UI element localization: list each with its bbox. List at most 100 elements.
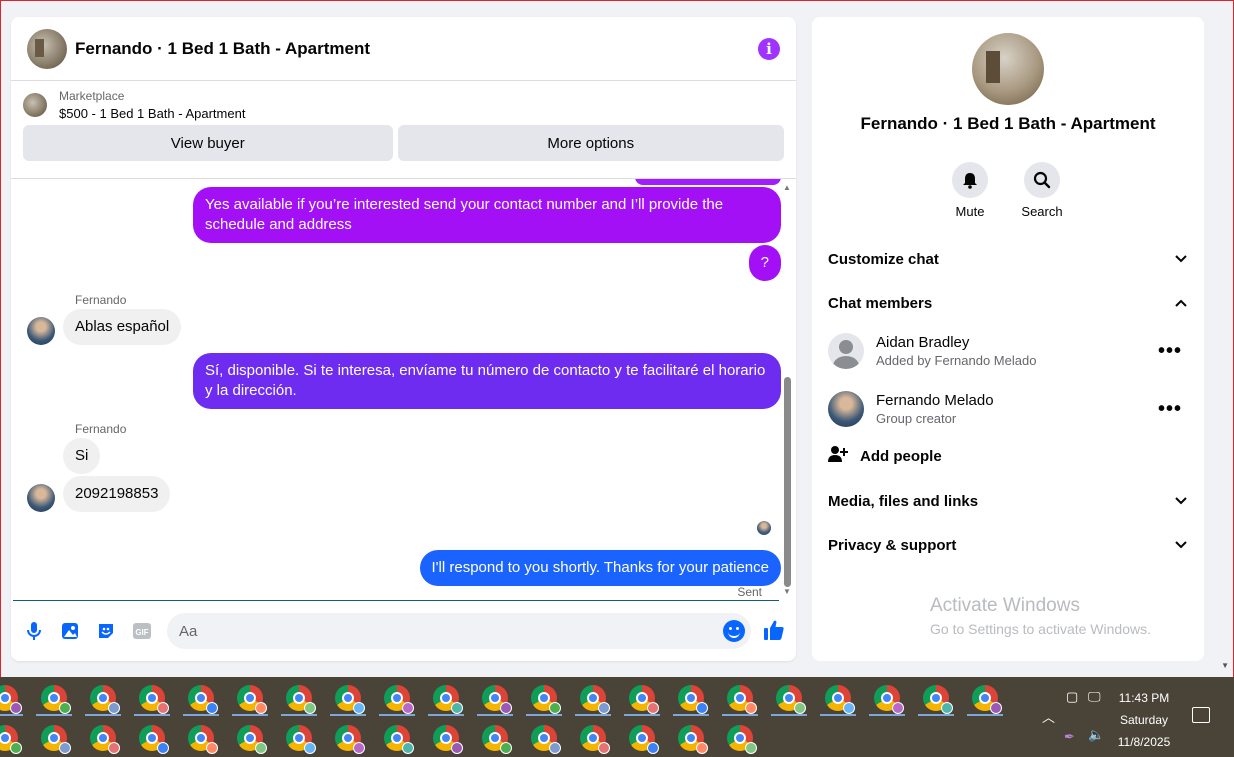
privacy-section[interactable]: Privacy & support <box>828 531 1188 559</box>
notification-icon[interactable] <box>1192 707 1210 723</box>
message-bubble[interactable]: ? <box>748 245 781 281</box>
thumbs-up-icon[interactable] <box>763 619 785 646</box>
chrome-taskbar-icon[interactable] <box>678 685 708 714</box>
customize-chat-section[interactable]: Customize chat <box>828 245 1188 273</box>
more-icon[interactable]: ••• <box>1158 398 1182 421</box>
sender-avatar[interactable] <box>27 317 55 345</box>
chrome-taskbar-icon[interactable] <box>384 725 414 754</box>
camera-icon[interactable]: ▢ <box>1066 689 1078 705</box>
chrome-taskbar-icon[interactable] <box>482 725 512 754</box>
conversation-avatar[interactable] <box>972 33 1044 105</box>
scrollbar-thumb[interactable] <box>784 377 791 587</box>
chrome-taskbar-icon[interactable] <box>41 685 71 714</box>
mute-button[interactable]: Mute <box>950 162 990 219</box>
running-indicator <box>0 714 23 716</box>
pen-icon[interactable]: ✒ <box>1064 729 1075 745</box>
chrome-taskbar-icon[interactable] <box>188 725 218 754</box>
chrome-taskbar-icon[interactable] <box>139 685 169 714</box>
running-indicator <box>869 714 905 716</box>
emoji-icon[interactable] <box>723 620 745 642</box>
chrome-taskbar-icon[interactable] <box>335 685 365 714</box>
chrome-taskbar-icon[interactable] <box>335 725 365 754</box>
listing-thumbnail[interactable] <box>23 93 47 117</box>
chrome-taskbar-icon[interactable] <box>139 725 169 754</box>
watermark-subtitle: Go to Settings to activate Windows. <box>930 621 1151 637</box>
chrome-taskbar-icon[interactable] <box>776 685 806 714</box>
chat-title[interactable]: Fernando · 1 Bed 1 Bath - Apartment <box>75 39 758 59</box>
sender-avatar[interactable] <box>27 484 55 512</box>
profile-badge-icon <box>402 702 414 714</box>
profile-badge-icon <box>206 742 218 754</box>
more-icon[interactable]: ••• <box>1158 340 1182 363</box>
chrome-taskbar-icon[interactable] <box>972 685 1002 714</box>
chrome-taskbar-icon[interactable] <box>286 685 316 714</box>
chrome-taskbar-icon[interactable] <box>286 725 316 754</box>
chrome-taskbar-icon[interactable] <box>0 685 22 714</box>
message-bubble[interactable]: Si <box>63 438 101 474</box>
chrome-taskbar-icon[interactable] <box>41 725 71 754</box>
chrome-taskbar-icon[interactable] <box>433 725 463 754</box>
chrome-taskbar-icon[interactable] <box>629 725 659 754</box>
message-input[interactable]: Aa <box>167 613 751 649</box>
info-icon[interactable]: i <box>758 37 780 60</box>
more-options-button[interactable]: More options <box>397 125 784 161</box>
chrome-taskbar-icon[interactable] <box>237 725 267 754</box>
running-indicator <box>526 714 562 716</box>
volume-icon[interactable]: 🔈 <box>1088 727 1104 743</box>
gif-icon[interactable]: GIF <box>131 620 153 642</box>
chrome-taskbar-icon[interactable] <box>629 685 659 714</box>
profile-badge-icon <box>549 742 561 754</box>
chrome-taskbar-icon[interactable] <box>482 685 512 714</box>
media-section[interactable]: Media, files and links <box>828 487 1188 515</box>
chrome-taskbar-icon[interactable] <box>237 685 267 714</box>
profile-badge-icon <box>500 742 512 754</box>
clock[interactable]: 11:43 PM Saturday 11/8/2025 <box>1104 687 1184 753</box>
chrome-taskbar-icon[interactable] <box>678 725 708 754</box>
add-people-button[interactable]: Add people <box>828 445 942 467</box>
chrome-taskbar-icon[interactable] <box>531 685 561 714</box>
listing-title[interactable]: $500 - 1 Bed 1 Bath - Apartment <box>59 106 245 121</box>
chrome-taskbar-icon[interactable] <box>90 725 120 754</box>
chevron-down-icon <box>1174 493 1188 510</box>
message-bubble[interactable]: I'll respond to you shortly. Thanks for … <box>419 550 781 586</box>
running-indicator <box>673 714 709 716</box>
chat-avatar[interactable] <box>27 28 67 69</box>
search-button[interactable]: Search <box>1021 162 1063 219</box>
message-scrollbar[interactable]: ▲ ▼ <box>782 183 792 599</box>
message-bubble[interactable]: 2092198853 <box>63 476 171 512</box>
marketplace-card: Marketplace $500 - 1 Bed 1 Bath - Apartm… <box>11 81 796 179</box>
profile-badge-icon <box>990 702 1002 714</box>
photo-icon[interactable] <box>59 620 81 642</box>
chrome-taskbar-icon[interactable] <box>580 725 610 754</box>
member-row[interactable]: Aidan Bradley Added by Fernando Melado •… <box>828 329 1188 373</box>
member-row[interactable]: Fernando Melado Group creator ••• <box>828 387 1188 431</box>
chrome-taskbar-icon[interactable] <box>433 685 463 714</box>
microphone-icon[interactable] <box>23 620 45 642</box>
view-buyer-button[interactable]: View buyer <box>23 125 393 161</box>
profile-badge-icon <box>10 742 22 754</box>
profile-badge-icon <box>10 702 22 714</box>
message-bubble[interactable]: Sí, disponible. Si te interesa, envíame … <box>193 353 781 409</box>
page-scroll-down-icon[interactable]: ▼ <box>1221 661 1229 670</box>
chat-members-section[interactable]: Chat members <box>828 289 1188 317</box>
profile-badge-icon <box>353 742 365 754</box>
message-bubble[interactable]: Ablas español <box>63 309 182 345</box>
chrome-taskbar-icon[interactable] <box>727 725 757 754</box>
chrome-taskbar-icon[interactable] <box>384 685 414 714</box>
chevron-up-icon[interactable]: ︿ <box>1042 707 1055 726</box>
chrome-taskbar-icon[interactable] <box>923 685 953 714</box>
chrome-taskbar-icon[interactable] <box>0 725 22 754</box>
chrome-taskbar-icon[interactable] <box>580 685 610 714</box>
chat-panel: Fernando · 1 Bed 1 Bath - Apartment i Ma… <box>11 17 796 661</box>
chrome-taskbar-icon[interactable] <box>90 685 120 714</box>
chrome-taskbar-icon[interactable] <box>188 685 218 714</box>
message-bubble[interactable]: Yes available if you’re interested send … <box>193 187 781 243</box>
sticker-icon[interactable] <box>95 620 117 642</box>
chrome-taskbar-icon[interactable] <box>825 685 855 714</box>
profile-badge-icon <box>549 702 561 714</box>
chrome-taskbar-icon[interactable] <box>531 725 561 754</box>
chrome-taskbar-icon[interactable] <box>874 685 904 714</box>
running-indicator <box>771 714 807 716</box>
chrome-taskbar-icon[interactable] <box>727 685 757 714</box>
network-icon[interactable]: 🖵 <box>1088 689 1101 705</box>
